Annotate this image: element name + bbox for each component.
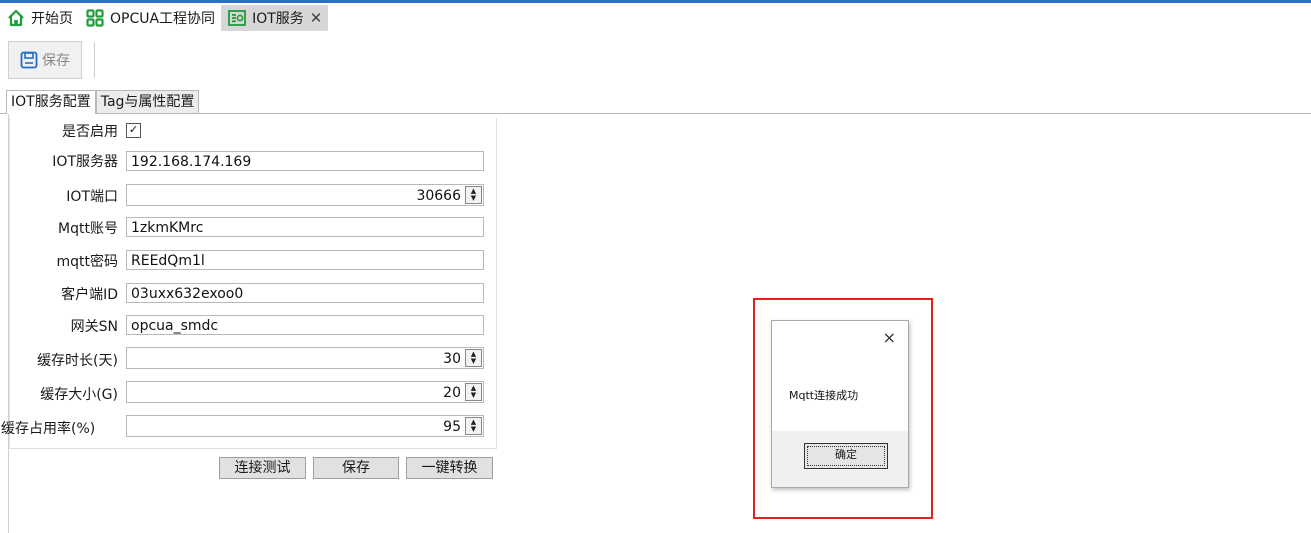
- enabled-checkbox[interactable]: ✓: [126, 123, 141, 138]
- spin-arrows-icon[interactable]: ▲ ▼: [465, 349, 482, 367]
- mqtt-account-input[interactable]: 1zkmKMrc: [126, 217, 484, 237]
- spin-arrows-icon[interactable]: ▲ ▼: [465, 186, 482, 204]
- mqtt-password-label: mqtt密码: [56, 254, 118, 270]
- tab-iot-service[interactable]: IOT服务 ✕: [221, 5, 329, 31]
- dialog-footer: 确定: [772, 431, 908, 487]
- config-tab-strip: IOT服务配置 Tag与属性配置: [6, 90, 200, 114]
- toolbar-save-label: 保存: [42, 53, 70, 69]
- spin-arrows-icon[interactable]: ▲ ▼: [465, 417, 482, 435]
- save-button[interactable]: 保存: [313, 457, 399, 479]
- cache-size-stepper[interactable]: 20 ▲ ▼: [126, 381, 484, 403]
- message-dialog: × Mqtt连接成功 确定: [771, 320, 909, 488]
- toolbar-save-button[interactable]: 保存: [8, 41, 82, 79]
- gateway-sn-input[interactable]: opcua_smdc: [126, 315, 484, 335]
- spin-arrows-icon[interactable]: ▲ ▼: [465, 383, 482, 401]
- dialog-close-icon[interactable]: ×: [883, 328, 896, 347]
- cache-ratio-stepper[interactable]: 95 ▲ ▼: [126, 415, 484, 437]
- tab-label: IOT服务: [252, 11, 304, 27]
- iot-port-stepper[interactable]: 30666 ▲ ▼: [126, 184, 484, 206]
- cache-ratio-label: 缓存占用率(%): [1, 421, 96, 437]
- cache-days-label: 缓存时长(天): [37, 353, 118, 369]
- dialog-ok-button[interactable]: 确定: [804, 443, 888, 469]
- cache-days-value: 30: [443, 351, 461, 367]
- cache-size-value: 20: [443, 385, 461, 401]
- iot-port-label: IOT端口: [66, 189, 118, 205]
- iot-server-label: IOT服务器: [52, 154, 118, 170]
- window-top-accent: [0, 0, 1311, 3]
- dialog-message: Mqtt连接成功: [789, 389, 859, 402]
- client-id-label: 客户端ID: [61, 287, 118, 303]
- iot-port-value: 30666: [416, 188, 461, 204]
- home-icon: [6, 8, 26, 28]
- close-icon[interactable]: ✕: [310, 9, 323, 27]
- connection-test-button[interactable]: 连接测试: [219, 457, 306, 479]
- tab-iot-config[interactable]: IOT服务配置: [6, 90, 96, 114]
- grid-icon: [85, 8, 105, 28]
- tab-label: 开始页: [31, 11, 73, 27]
- cache-days-stepper[interactable]: 30 ▲ ▼: [126, 347, 484, 369]
- iot-server-input[interactable]: 192.168.174.169: [126, 151, 484, 171]
- cache-size-label: 缓存大小(G): [40, 387, 118, 403]
- tab-label: OPCUA工程协同: [110, 11, 216, 27]
- iot-service-icon: [227, 8, 247, 28]
- tab-tag-attribute-config[interactable]: Tag与属性配置: [95, 90, 200, 113]
- mqtt-account-label: Mqtt账号: [58, 221, 118, 237]
- one-click-convert-button[interactable]: 一键转换: [406, 457, 493, 479]
- enabled-label: 是否启用: [62, 124, 118, 140]
- tab-opcua-project[interactable]: OPCUA工程协同: [79, 5, 221, 31]
- mqtt-password-input[interactable]: REEdQm1l: [126, 250, 484, 270]
- toolbar-divider: [94, 42, 95, 78]
- toolbar: 保存: [8, 41, 95, 79]
- tab-start-page[interactable]: 开始页: [0, 5, 79, 31]
- iot-config-form: 是否启用 ✓ IOT服务器 192.168.174.169 IOT端口 3066…: [1, 118, 497, 449]
- client-id-input[interactable]: 03uxx632exoo0: [126, 283, 484, 303]
- gateway-sn-label: 网关SN: [70, 319, 118, 335]
- cache-ratio-value: 95: [443, 419, 461, 435]
- floppy-disk-icon: [20, 51, 38, 69]
- tab-baseline: [0, 113, 1311, 114]
- document-tab-bar: 开始页 OPCUA工程协同 IOT服务 ✕: [0, 5, 329, 31]
